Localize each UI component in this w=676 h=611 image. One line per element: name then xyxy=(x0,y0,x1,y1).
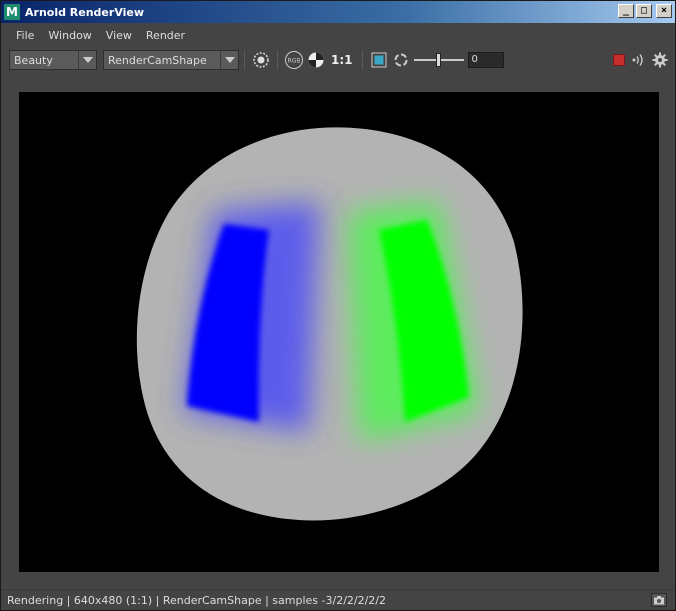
crosshair-icon[interactable] xyxy=(250,49,272,71)
exposure-slider[interactable] xyxy=(413,50,464,70)
window-title: Arnold RenderView xyxy=(25,5,145,19)
refresh-icon[interactable] xyxy=(390,49,412,71)
toolbar-separator xyxy=(244,50,245,70)
right-toolbar xyxy=(613,48,669,72)
gear-icon[interactable] xyxy=(651,49,669,71)
rgb-icon[interactable]: RGB xyxy=(283,49,305,71)
close-button[interactable]: × xyxy=(656,4,672,18)
camera-dropdown-value: RenderCamShape xyxy=(108,53,207,67)
toolbar-separator xyxy=(361,50,363,70)
camera-dropdown[interactable]: RenderCamShape xyxy=(103,50,239,70)
stop-icon[interactable] xyxy=(613,54,625,66)
menu-window[interactable]: Window xyxy=(41,29,98,42)
toolbar-separator xyxy=(277,50,278,70)
ratio-button[interactable]: 1:1 xyxy=(331,53,353,67)
rgb-icon-label: RGB xyxy=(288,58,301,65)
rendered-image xyxy=(136,127,523,521)
window-controls: _ □ × xyxy=(618,4,672,18)
checker-icon[interactable] xyxy=(305,49,327,71)
exposure-slider-handle[interactable] xyxy=(436,53,441,67)
maya-app-icon: M xyxy=(4,4,20,20)
arnold-renderview-window: M Arnold RenderView _ □ × File Window Vi… xyxy=(0,0,676,611)
chevron-down-icon xyxy=(78,51,96,69)
aov-dropdown[interactable]: Beauty xyxy=(9,50,97,70)
status-text: Rendering | 640x480 (1:1) | RenderCamSha… xyxy=(7,593,387,607)
aov-dropdown-value: Beauty xyxy=(14,53,53,67)
frame-icon[interactable] xyxy=(368,49,390,71)
minimize-button[interactable]: _ xyxy=(618,4,634,18)
maximize-button[interactable]: □ xyxy=(636,4,652,18)
menu-bar: File Window View Render xyxy=(1,24,675,46)
menu-file[interactable]: File xyxy=(9,29,41,42)
exposure-input[interactable]: 0 xyxy=(467,52,504,68)
status-bar: Rendering | 640x480 (1:1) | RenderCamSha… xyxy=(1,589,675,610)
sphere-shape xyxy=(136,127,523,521)
menu-render[interactable]: Render xyxy=(139,29,192,42)
chevron-down-icon xyxy=(220,51,238,69)
render-viewport[interactable] xyxy=(19,92,659,572)
broadcast-icon[interactable] xyxy=(629,49,647,71)
menu-view[interactable]: View xyxy=(99,29,139,42)
toolbar: Beauty RenderCamShape RGB 1:1 0 xyxy=(1,48,675,72)
title-bar[interactable]: M Arnold RenderView _ □ × xyxy=(1,1,675,23)
camera-snapshot-icon[interactable] xyxy=(651,593,667,607)
